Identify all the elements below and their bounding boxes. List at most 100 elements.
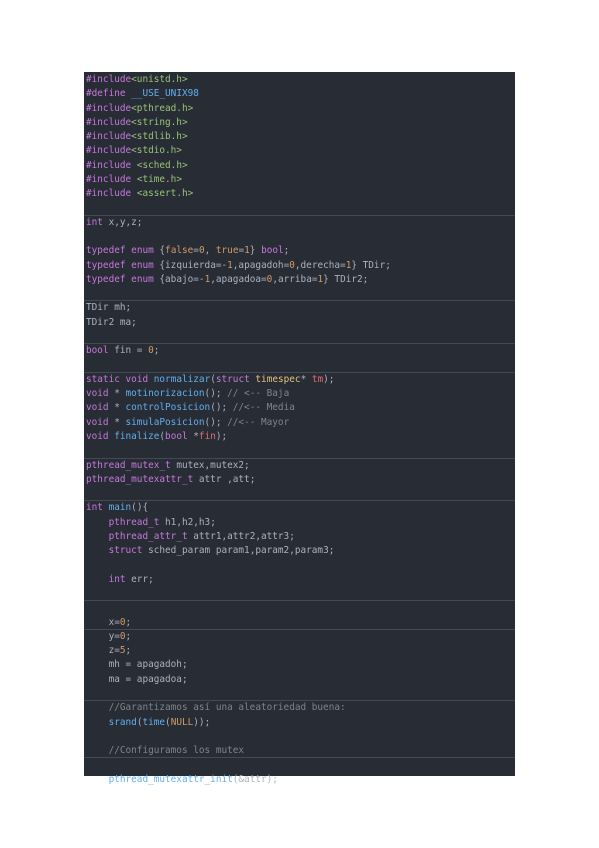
code-token: // <-- Baja	[227, 388, 290, 400]
code-token: ();	[204, 388, 228, 400]
code-line: void * controlPosicion(); //<-- Media	[84, 401, 515, 415]
code-token: sched_param param1,param2,param3;	[142, 545, 335, 557]
code-token: #include	[86, 116, 132, 128]
code-token: ;	[153, 345, 160, 357]
code-token: x,y,z;	[102, 216, 143, 228]
code-token: enum	[131, 273, 154, 285]
code-line: //Configuramos los mutex	[84, 744, 515, 758]
code-token: struct	[108, 545, 143, 557]
code-token: bool	[86, 345, 109, 357]
code-line: #include<pthread.h>	[84, 102, 515, 116]
code-token: controlPosicion	[125, 402, 211, 414]
code-token: bool	[261, 245, 284, 257]
code-line: #include<stdlib.h>	[84, 130, 515, 144]
code-token: pthread_attr_t	[108, 530, 188, 542]
code-line: typedef enum {false=0, true=1} bool;	[84, 244, 515, 258]
code-token: __USE_UNIX98	[131, 88, 199, 100]
code-token: #include	[86, 145, 132, 157]
code-editor[interactable]: #include<unistd.h> #define __USE_UNIX98 #i…	[84, 72, 515, 785]
code-line: int x,y,z;	[84, 216, 515, 230]
code-line: typedef enum {abajo=-1,apagadoa=0,arriba…	[84, 273, 515, 287]
code-token: enum	[131, 259, 154, 271]
code-token: z=	[86, 645, 120, 657]
code-token: ();	[210, 402, 233, 414]
code-line: #include<string.h>	[84, 116, 515, 130]
code-token: <time.h>	[136, 173, 182, 185]
code-token: //Configuramos los mutex	[108, 745, 245, 757]
code-token: {izquierda=-	[153, 259, 228, 271]
code-token: <assert.h>	[136, 188, 194, 200]
code-token: TDir2 ma;	[86, 316, 137, 328]
code-token: *	[108, 388, 126, 400]
code-line: static void normalizar(struct timespec* …	[84, 373, 515, 387]
code-token: normalizar	[153, 373, 211, 385]
code-token: <unistd.h>	[131, 74, 188, 85]
code-token: <string.h>	[131, 116, 188, 128]
code-line: typedef enum {izquierda=-1,apagadoh=0,de…	[84, 259, 515, 273]
code-token: <sched.h>	[136, 159, 188, 171]
code-token: static	[86, 373, 120, 385]
code-line: int err;	[84, 573, 515, 587]
code-line: void * motinorizacion(); // <-- Baja	[84, 387, 515, 401]
code-token: void	[86, 388, 109, 400]
code-token: motinorizacion	[125, 388, 205, 400]
code-token: struct	[215, 373, 250, 385]
line-divider	[84, 300, 515, 302]
code-token: <pthread.h>	[131, 102, 194, 114]
code-token: pthread_mutexattr_init	[108, 773, 233, 785]
code-token: srand	[108, 716, 137, 728]
code-token: void	[125, 373, 149, 385]
code-token: *	[300, 373, 312, 385]
code-line: void finalize(bool *fin);	[84, 430, 515, 444]
code-token: mutex,mutex2;	[170, 459, 250, 471]
code-line: #define __USE_UNIX98	[84, 87, 515, 101]
code-token: {	[153, 245, 166, 257]
code-token: #include	[86, 173, 132, 185]
code-token: h1,h2,h3;	[159, 516, 216, 528]
code-line: #include <assert.h>	[84, 187, 515, 201]
code-token: } TDir2;	[323, 273, 369, 285]
code-token: attr ,att;	[193, 473, 256, 485]
code-token: *	[187, 431, 199, 442]
code-token: typedef	[86, 273, 126, 285]
code-token: x=	[86, 616, 120, 628]
code-line: pthread_mutexattr_t attr ,att;	[84, 473, 515, 487]
line-divider	[84, 500, 515, 502]
code-line: pthread_mutex_t mutex,mutex2;	[84, 459, 515, 473]
code-token: ;	[283, 245, 290, 257]
code-token: ;	[125, 645, 132, 657]
code-token: TDir mh;	[86, 302, 132, 314]
code-line: y=0;	[84, 630, 515, 644]
line-divider	[84, 700, 515, 702]
code-token: y=	[86, 630, 120, 642]
code-token: //<-- Media	[232, 402, 295, 414]
line-divider	[84, 371, 515, 373]
code-token: (&attr);	[232, 773, 278, 785]
line-divider	[84, 757, 515, 759]
code-token: int	[86, 502, 103, 514]
code-line: bool fin = 0;	[84, 344, 515, 358]
code-token: pthread_mutexattr_t	[86, 473, 194, 485]
code-token: attr1,attr2,attr3;	[187, 530, 295, 542]
code-token: #include	[86, 131, 132, 143]
code-token: *	[108, 402, 126, 414]
code-token: ));	[193, 716, 211, 728]
code-token: ma = apagadoa;	[86, 673, 188, 685]
code-token: *	[108, 416, 126, 428]
line-divider	[84, 343, 515, 345]
line-divider	[84, 600, 515, 602]
code-token: ();	[204, 416, 228, 428]
